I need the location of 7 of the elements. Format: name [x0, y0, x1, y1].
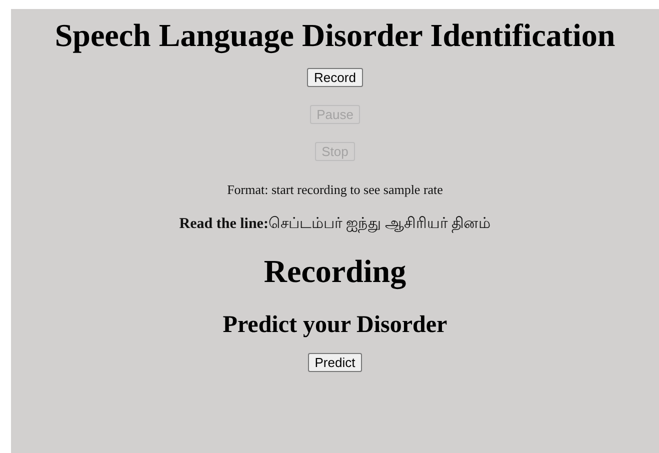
predict-heading: Predict your Disorder [222, 312, 448, 339]
page-title: Speech Language Disorder Identification [54, 17, 616, 54]
recording-heading: Recording [264, 253, 406, 290]
predict-button[interactable]: Predict [308, 353, 362, 372]
format-text: Format: start recording to see sample rate [227, 182, 443, 198]
record-button[interactable]: Record [307, 68, 363, 87]
read-line-text: Read the line:செப்டம்பர் ஐந்து ஆசிரியர் தினம் [179, 215, 491, 234]
